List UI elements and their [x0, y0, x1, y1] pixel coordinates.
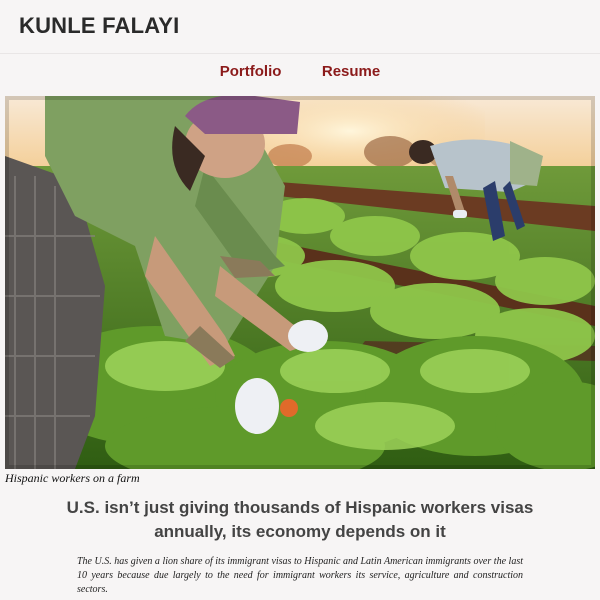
site-title[interactable]: KUNLE FALAYI	[19, 13, 180, 39]
article-headline[interactable]: U.S. isn’t just giving thousands of Hisp…	[60, 496, 540, 544]
site-header: KUNLE FALAYI	[0, 0, 600, 54]
farm-photo	[5, 96, 595, 469]
main-nav: Portfolio Resume	[0, 61, 600, 85]
hero-image	[5, 96, 595, 469]
article-lede: The U.S. has given a lion share of its i…	[77, 556, 523, 595]
image-caption: Hispanic workers on a farm	[5, 471, 140, 485]
nav-link-portfolio[interactable]: Portfolio	[220, 61, 282, 83]
nav-link-resume[interactable]: Resume	[322, 61, 380, 83]
